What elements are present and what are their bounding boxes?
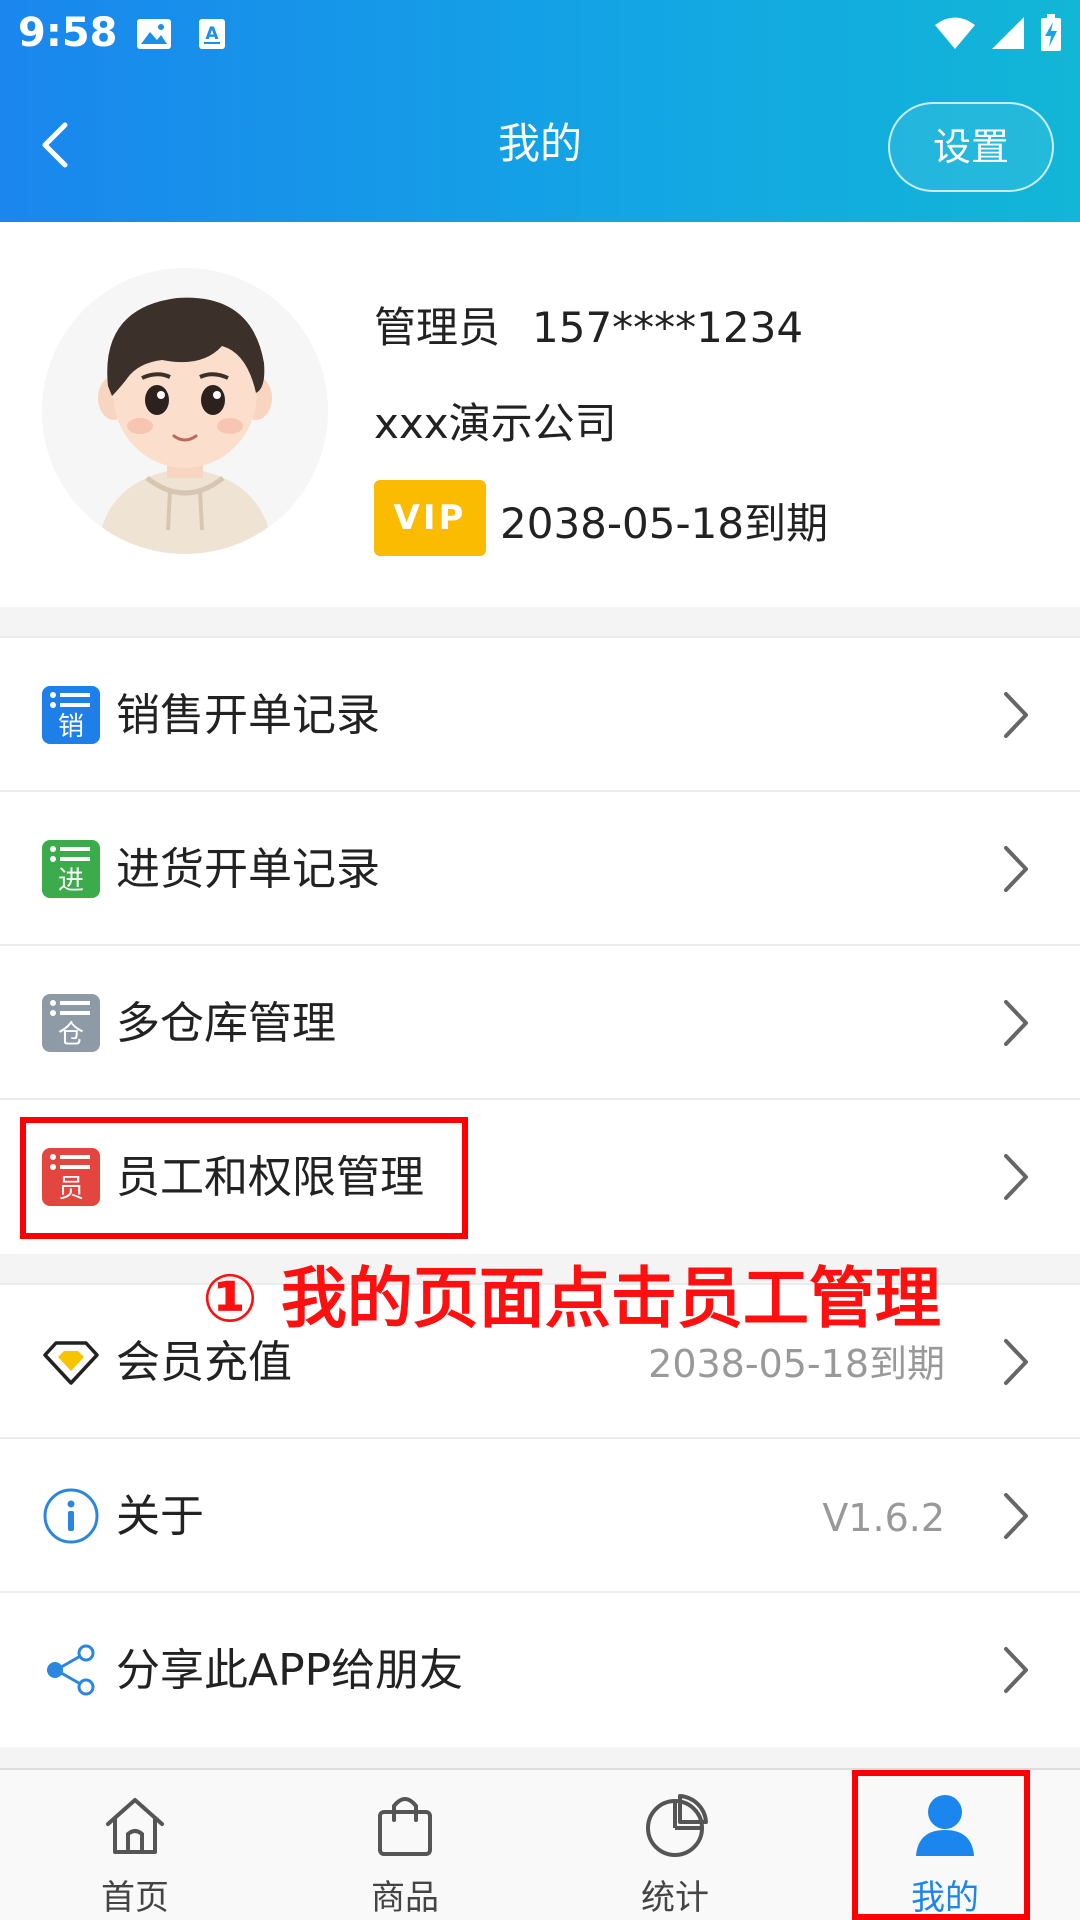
vip-badge: VIP [374, 480, 486, 556]
menu-item-sales-records[interactable]: 销 销售开单记录 [0, 638, 1080, 792]
menu-item-about[interactable]: 关于 V1.6.2 [0, 1439, 1080, 1593]
signal-icon [992, 17, 1024, 49]
svg-text:A: A [205, 24, 219, 44]
menu-label: 分享此APP给朋友 [116, 1645, 464, 1696]
tab-label: 统计 [641, 1878, 709, 1918]
app-header: 9:58 A 我的 设置 [0, 0, 1080, 222]
chevron-right-icon [1004, 1493, 1028, 1539]
status-time: 9:58 [18, 10, 118, 56]
chevron-right-icon [1004, 1000, 1028, 1046]
tab-statistics[interactable]: 统计 [540, 1770, 810, 1920]
menu-item-warehouse-management[interactable]: 仓 多仓库管理 [0, 946, 1080, 1100]
shopping-bag-icon [378, 1797, 432, 1856]
menu-label: 销售开单记录 [116, 690, 380, 741]
tab-products[interactable]: 商品 [270, 1770, 540, 1920]
chevron-right-icon [1004, 846, 1028, 892]
battery-icon [1041, 14, 1061, 51]
info-icon [43, 1488, 99, 1544]
sales-list-icon: 销 [42, 686, 100, 744]
user-role: 管理员 [374, 303, 501, 352]
vip-expire-date: 2038-05-18到期 [500, 499, 829, 548]
tab-label: 首页 [101, 1878, 169, 1918]
annotation-text: ① 我的页面点击员工管理 [202, 1260, 941, 1337]
membership-expire-date: 2038-05-18到期 [648, 1342, 945, 1386]
chevron-right-icon [1004, 1154, 1028, 1200]
menu-label: 关于 [116, 1491, 204, 1542]
user-phone: 157****1234 [532, 303, 804, 352]
menu-label: 会员充值 [116, 1337, 292, 1388]
menu-icon-char: 进 [57, 866, 84, 896]
menu-label: 进货开单记录 [116, 844, 380, 895]
diamond-icon [43, 1341, 99, 1385]
home-icon [106, 1798, 164, 1854]
company-name: xxx演示公司 [374, 399, 617, 448]
menu-item-purchase-records[interactable]: 进 进货开单记录 [0, 792, 1080, 946]
app-version: V1.6.2 [822, 1496, 945, 1540]
avatar [42, 268, 328, 554]
profile-card: 管理员 157****1234 xxx演示公司 VIP 2038-05-18到期 [0, 222, 1080, 607]
purchase-list-icon: 进 [42, 840, 100, 898]
warehouse-list-icon: 仓 [42, 994, 100, 1052]
wifi-icon [935, 17, 975, 49]
annotation-highlight-staff [20, 1117, 468, 1239]
chevron-right-icon [1004, 1339, 1028, 1385]
text-notification-icon: A [199, 19, 225, 49]
annotation-highlight-mine-tab [852, 1770, 1030, 1920]
menu-item-share-app[interactable]: 分享此APP给朋友 [0, 1593, 1080, 1747]
menu-label: 多仓库管理 [116, 998, 336, 1049]
tab-label: 商品 [371, 1878, 439, 1918]
chevron-right-icon [1004, 692, 1028, 738]
menu-icon-char: 销 [57, 712, 84, 742]
menu-group-misc: 会员充值 2038-05-18到期 关于 V1.6.2 分享此APP给朋友 [0, 1283, 1080, 1747]
avatar-illustration [42, 268, 328, 554]
menu-icon-char: 仓 [57, 1020, 84, 1050]
pie-chart-icon [646, 1794, 708, 1857]
settings-button[interactable]: 设置 [888, 102, 1054, 192]
chevron-right-icon [1004, 1647, 1028, 1693]
tab-home[interactable]: 首页 [0, 1770, 270, 1920]
share-icon [47, 1644, 95, 1696]
image-notification-icon [137, 19, 171, 49]
